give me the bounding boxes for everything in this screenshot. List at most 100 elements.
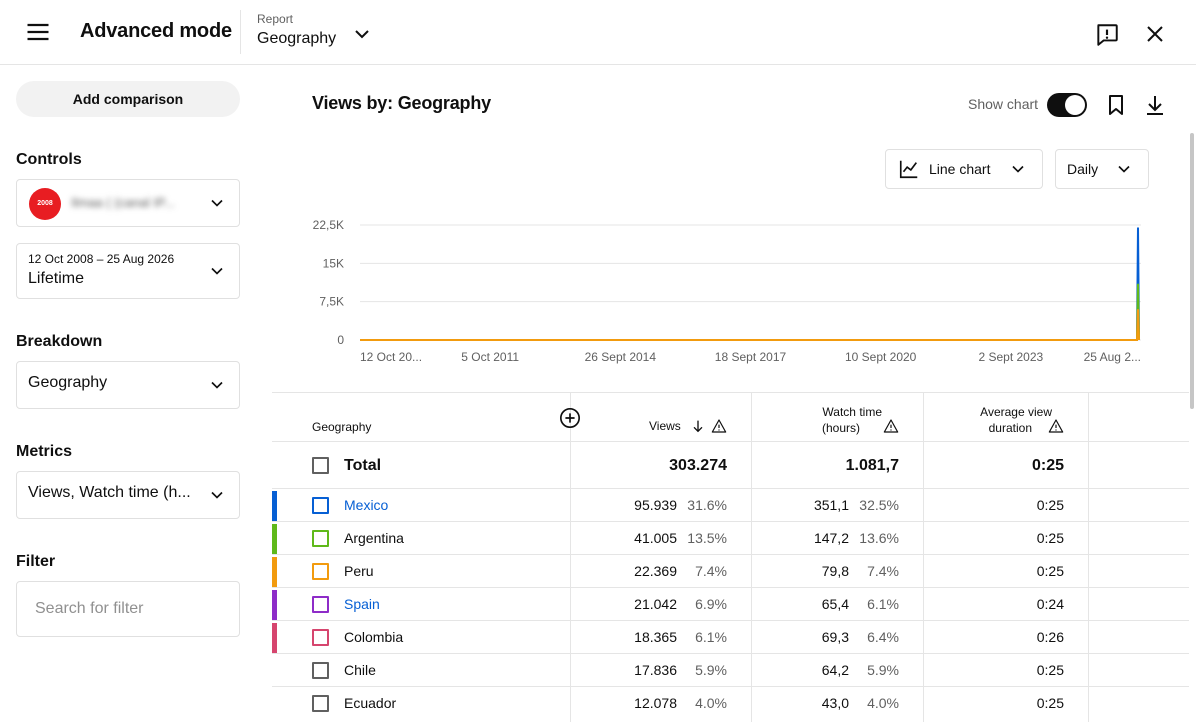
x-tick-label: 18 Sept 2017 [715, 350, 787, 364]
table-row[interactable]: Chile 17.836 5.9% 64,2 5.9% 0:25 [272, 653, 1189, 686]
row-watch-time-percent: 4.0% [867, 695, 899, 711]
warning-icon[interactable] [711, 418, 727, 434]
channel-name: Ilmaa ( (canal IP... [71, 195, 175, 210]
row-views-percent: 7.4% [695, 563, 727, 579]
feedback-icon[interactable] [1094, 22, 1120, 48]
row-checkbox[interactable] [312, 563, 329, 580]
channel-selector[interactable]: 2008 Ilmaa ( (canal IP... [16, 179, 240, 227]
row-views-percent: 4.0% [695, 695, 727, 711]
total-checkbox[interactable] [312, 457, 329, 474]
table-top-divider [272, 392, 1189, 393]
header-avg-line2: duration [988, 421, 1032, 435]
sort-descending-icon[interactable] [690, 418, 706, 434]
add-column-icon[interactable] [559, 407, 581, 429]
row-avg-duration: 0:25 [1036, 695, 1064, 711]
interval-dropdown[interactable]: Daily [1055, 149, 1149, 189]
row-checkbox[interactable] [312, 530, 329, 547]
total-avg-duration: 0:25 [1031, 457, 1064, 474]
row-avg-duration: 0:26 [1036, 629, 1064, 645]
channel-avatar: 2008 [29, 188, 61, 220]
table-row[interactable]: Ecuador 12.078 4.0% 43,0 4.0% 0:25 [272, 686, 1189, 719]
chevron-down-icon[interactable] [350, 22, 374, 46]
series-color-bar [272, 491, 277, 521]
bookmark-icon[interactable] [1104, 93, 1128, 117]
series-line-argentina[interactable] [360, 283, 1140, 341]
download-icon[interactable] [1143, 93, 1167, 117]
main-panel: Views by: Geography Show chart Line char… [256, 65, 1196, 722]
row-watch-time: 79,8 [821, 563, 849, 579]
close-icon[interactable] [1143, 22, 1167, 46]
total-watch-time: 1.081,7 [845, 457, 899, 474]
filter-search-input[interactable] [16, 581, 240, 637]
series-line-mexico[interactable] [360, 227, 1140, 341]
chevron-down-icon [211, 199, 223, 207]
row-checkbox[interactable] [312, 497, 329, 514]
total-row: Total 303.274 1.081,7 0:25 [272, 441, 1189, 488]
series-color-bar [272, 590, 277, 620]
header-watch-time[interactable]: Watch time (hours) [792, 404, 882, 436]
row-checkbox[interactable] [312, 695, 329, 712]
warning-icon[interactable] [1048, 418, 1064, 434]
metrics-selector[interactable]: Views, Watch time (h... [16, 471, 240, 519]
row-avg-duration: 0:25 [1036, 563, 1064, 579]
row-checkbox[interactable] [312, 629, 329, 646]
breakdown-selector[interactable]: Geography [16, 361, 240, 409]
report-selector[interactable]: Report Geography [257, 12, 336, 48]
row-avg-duration: 0:25 [1036, 662, 1064, 678]
row-watch-time-percent: 32.5% [859, 497, 899, 513]
series-color-bar [272, 656, 277, 686]
row-geography: Chile [344, 662, 376, 678]
row-geography[interactable]: Spain [344, 596, 380, 612]
warning-icon[interactable] [883, 418, 899, 434]
hamburger-menu-icon[interactable] [24, 18, 52, 46]
chevron-down-icon [211, 381, 223, 389]
top-bar: Advanced mode Report Geography [0, 0, 1196, 65]
chart-type-label: Line chart [929, 161, 991, 177]
row-watch-time-percent: 6.1% [867, 596, 899, 612]
row-views: 41.005 [634, 530, 677, 546]
header-average-view-duration[interactable]: Average view duration [962, 404, 1052, 436]
table-row[interactable]: Colombia 18.365 6.1% 69,3 6.4% 0:26 [272, 620, 1189, 653]
y-tick-label: 22,5K [313, 218, 344, 232]
row-watch-time-percent: 7.4% [867, 563, 899, 579]
add-comparison-button[interactable]: Add comparison [16, 81, 240, 117]
show-chart-toggle[interactable] [1047, 93, 1087, 117]
table-row[interactable]: Peru 22.369 7.4% 79,8 7.4% 0:25 [272, 554, 1189, 587]
x-tick-label: 10 Sept 2020 [845, 350, 917, 364]
geography-table: Geography Views Watch time (hours) Avera… [272, 392, 1189, 722]
date-range-selector[interactable]: 12 Oct 2008 – 25 Aug 2026 Lifetime [16, 243, 240, 299]
x-tick-label: 25 Aug 2... [1084, 350, 1141, 364]
metrics-value: Views, Watch time (h... [28, 484, 191, 501]
sidebar: Add comparison Controls 2008 Ilmaa ( (ca… [0, 65, 256, 722]
chevron-down-icon [211, 267, 223, 275]
row-geography: Ecuador [344, 695, 397, 711]
chart-type-dropdown[interactable]: Line chart [885, 149, 1043, 189]
chevron-down-icon [211, 491, 223, 499]
row-checkbox[interactable] [312, 596, 329, 613]
table-row[interactable]: Spain 21.042 6.9% 65,4 6.1% 0:24 [272, 587, 1189, 620]
series-color-bar [272, 524, 277, 554]
header-divider [240, 10, 241, 54]
views-line-chart[interactable]: 22,5K 15K 7,5K 0 12 Oct 20... 5 Oct 2011 26 Se… [256, 205, 1196, 385]
date-range-text: 12 Oct 2008 – 25 Aug 2026 [28, 252, 175, 266]
report-value: Geography [257, 30, 337, 47]
series-line-peru[interactable] [360, 309, 1140, 341]
row-avg-duration: 0:25 [1036, 497, 1064, 513]
row-watch-time: 65,4 [821, 596, 849, 612]
app-title: Advanced mode [80, 20, 232, 42]
header-views[interactable]: Views [649, 419, 681, 433]
row-watch-time: 43,0 [821, 695, 849, 711]
row-views-percent: 13.5% [687, 530, 727, 546]
report-label: Report [257, 12, 294, 26]
row-views: 22.369 [634, 563, 677, 579]
table-row[interactable]: Argentina 41.005 13.5% 147,2 13.6% 0:25 [272, 521, 1189, 554]
table-row[interactable]: Mexico 95.939 31.6% 351,1 32.5% 0:25 [272, 488, 1189, 521]
row-watch-time: 147,2 [813, 530, 849, 546]
x-tick-label: 2 Sept 2023 [978, 350, 1043, 364]
row-geography[interactable]: Mexico [344, 497, 388, 513]
row-checkbox[interactable] [312, 662, 329, 679]
chevron-down-icon [1118, 165, 1130, 173]
header-geography[interactable]: Geography [312, 420, 371, 434]
row-watch-time-percent: 6.4% [867, 629, 899, 645]
controls-title: Controls [16, 151, 82, 168]
